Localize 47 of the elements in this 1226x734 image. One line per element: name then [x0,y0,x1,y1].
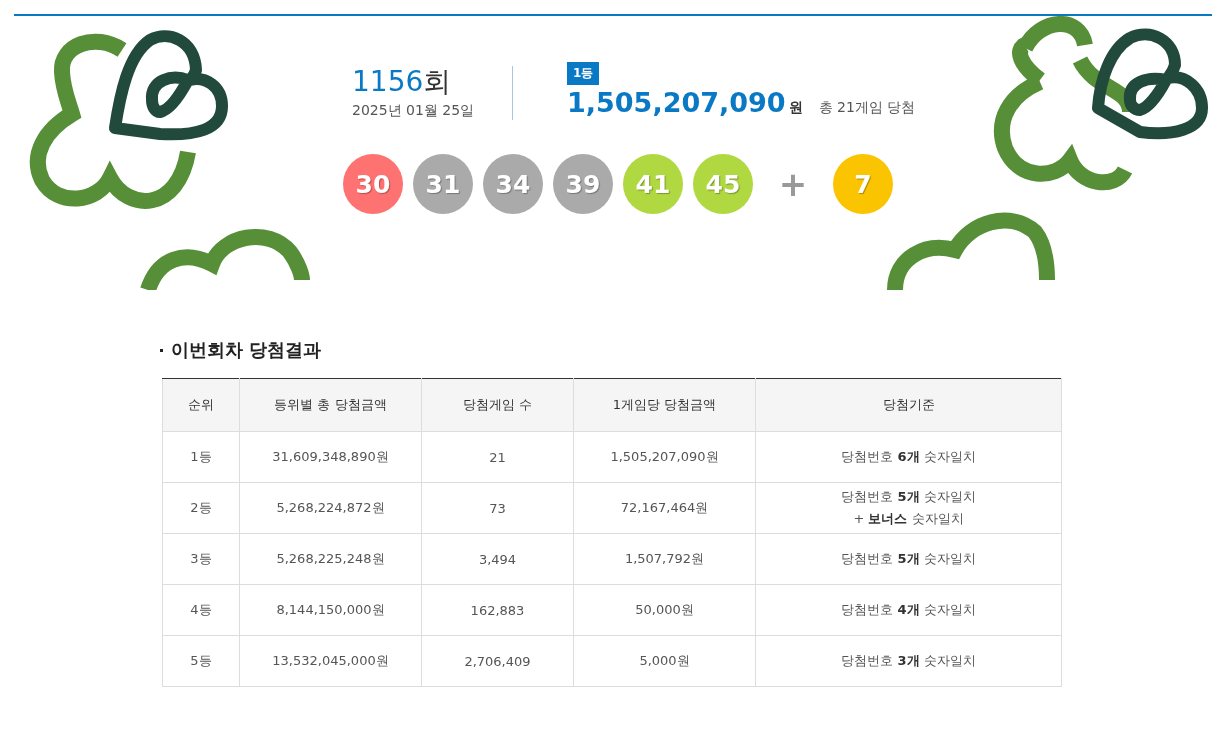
column-header: 당첨게임 수 [421,378,574,432]
criteria-text: 당첨번호 4개 숫자일치 [840,601,977,619]
table-cell: 2등 [162,482,240,534]
table-cell: 31,609,348,890원 [239,431,422,483]
table-cell: 5등 [162,635,240,687]
plus-sign: + [777,164,809,204]
table-cell: 13,532,045,000원 [239,635,422,687]
criteria-text: 당첨번호 6개 숫자일치 [840,448,977,466]
table-cell: 2,706,409 [421,635,574,687]
number-ball: 45 [693,154,753,214]
first-prize-amount: 1,505,207,090 [567,87,786,118]
number-ball: 31 [413,154,473,214]
table-cell: 73 [421,482,574,534]
column-header: 등위별 총 당첨금액 [239,378,422,432]
table-cell: 1,505,207,090원 [573,431,756,483]
column-header: 1게임당 당첨금액 [573,378,756,432]
table-cell: 5,268,224,872원 [239,482,422,534]
number-ball: 39 [553,154,613,214]
criteria-text: + 보너스 숫자일치 [852,510,965,528]
draw-date: 2025년 01월 25일 [352,102,476,120]
table-cell: 72,167,464원 [573,482,756,534]
bonus-ball: 7 [833,154,893,214]
table-cell: 162,883 [421,584,574,636]
table-cell: 50,000원 [573,584,756,636]
table-cell: 1,507,792원 [573,533,756,585]
table-cell: 3등 [162,533,240,585]
table-cell: 21 [421,431,574,483]
table-cell: 5,268,225,248원 [239,533,422,585]
number-ball: 30 [343,154,403,214]
table-cell: 4등 [162,584,240,636]
table-cell: 1등 [162,431,240,483]
rank-badge: 1등 [567,62,600,85]
number-ball: 41 [623,154,683,214]
table-cell: 5,000원 [573,635,756,687]
criteria-text: 당첨번호 3개 숫자일치 [840,652,977,670]
number-ball: 34 [483,154,543,214]
column-header: 당첨기준 [755,378,1062,432]
currency-label: 원 [788,99,803,117]
column-header: 순위 [162,378,240,432]
winners-count: 총 21게임 당첨 [818,99,916,117]
criteria-text: 당첨번호 5개 숫자일치 [840,488,977,506]
round-title: 1156회 [352,64,452,100]
criteria-text: 당첨번호 5개 숫자일치 [840,550,977,568]
table-cell: 3,494 [421,533,574,585]
bullet-icon [160,348,163,352]
section-title: 이번회차 당첨결과 [171,338,322,362]
table-cell: 8,144,150,000원 [239,584,422,636]
